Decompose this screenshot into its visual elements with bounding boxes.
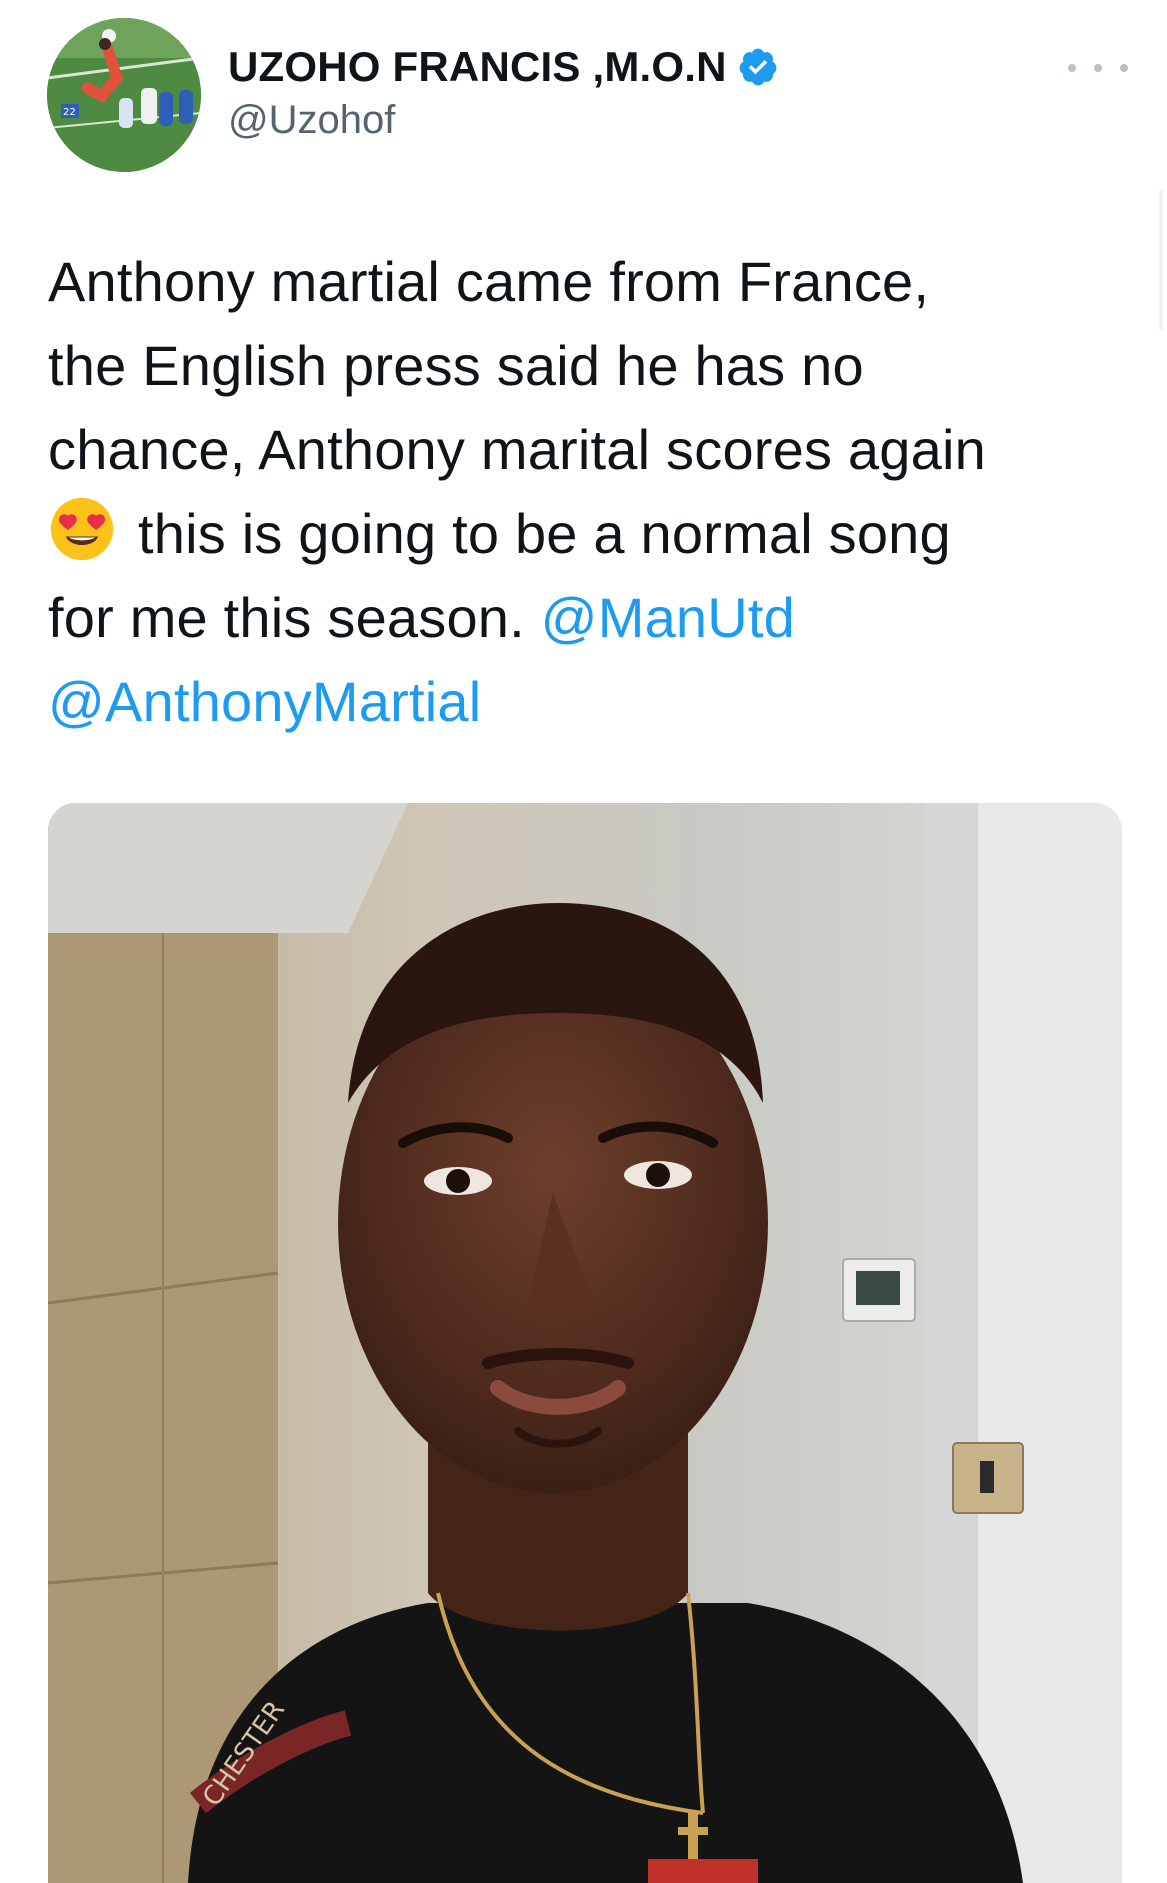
more-dot: [1120, 64, 1128, 72]
tweet-text-segment: for me this season.: [48, 586, 541, 649]
author-avatar[interactable]: 22: [47, 18, 201, 172]
verified-badge-icon: [739, 48, 777, 86]
more-dot: [1094, 64, 1102, 72]
author-handle[interactable]: @Uzohof: [228, 98, 395, 143]
tweet-text-line: this is going to be a normal song: [138, 502, 951, 565]
scrollbar[interactable]: [1159, 190, 1163, 330]
tweet-photo[interactable]: CHESTER: [48, 803, 1122, 1883]
goalkeeper-diving-avatar-icon: 22: [47, 18, 201, 172]
tweet-text-line: for me this season. @ManUtd: [48, 576, 1138, 660]
mention-link[interactable]: @AnthonyMartial: [48, 670, 481, 733]
more-dots-icon: [1068, 64, 1076, 72]
tweet-text: Anthony martial came from France, the En…: [48, 240, 1138, 744]
tweet-text-line: Anthony martial came from France,: [48, 250, 930, 313]
tweet-text-line: chance, Anthony marital scores again: [48, 418, 986, 481]
portrait-photo: CHESTER: [48, 803, 1122, 1883]
tweet-text-line: the English press said he has no: [48, 334, 864, 397]
heart-eyes-emoji-icon: [50, 497, 114, 561]
more-options-button[interactable]: [1068, 48, 1128, 88]
author-display-name[interactable]: UZOHO FRANCIS ,M.O.N: [228, 43, 727, 91]
mention-link[interactable]: @ManUtd: [541, 586, 795, 649]
tweet-text-line-emoji: this is going to be a normal song: [48, 492, 1138, 576]
tweet-card[interactable]: 22 UZOHO FRANCIS ,M.O.N @Uzohof Anthony …: [0, 0, 1167, 1883]
svg-text:22: 22: [63, 107, 76, 118]
author-name-row[interactable]: UZOHO FRANCIS ,M.O.N: [228, 42, 779, 92]
tweet-text-line: @AnthonyMartial: [48, 660, 1138, 744]
